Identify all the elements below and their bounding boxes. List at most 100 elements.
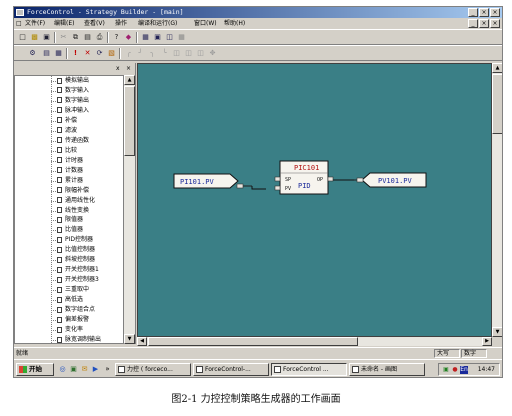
restore-button[interactable]: × (479, 8, 489, 17)
block-list-icon[interactable]: ▤ (42, 49, 51, 58)
print-icon[interactable]: ⎙ (95, 33, 104, 42)
stop-icon[interactable]: ✕ (83, 49, 92, 58)
canvas-vscroll-thumb[interactable] (492, 74, 502, 134)
tree-item[interactable]: 比较 (51, 147, 77, 156)
start-button[interactable]: 开始 (16, 363, 54, 376)
scroll-up-icon[interactable]: ▲ (124, 75, 135, 85)
tree-item[interactable]: 高低选 (51, 296, 83, 305)
mdi-close-button[interactable]: × (490, 19, 500, 28)
pid-block[interactable]: PIC101 SP PV OP PID (274, 160, 334, 195)
mdi-doc-icon[interactable]: □ (16, 18, 23, 29)
context-help-icon[interactable]: ◆ (124, 33, 133, 42)
tree-item[interactable]: 计时器 (51, 157, 83, 166)
task-forcecontrol-dev[interactable]: ForceControl-... (193, 363, 269, 376)
tray-app-icon[interactable]: ● (451, 366, 459, 374)
tree-item[interactable]: 三重取中 (51, 286, 89, 295)
language-indicator[interactable]: En (460, 366, 468, 374)
tree-item[interactable]: 斜坡控制器 (51, 256, 95, 265)
mdi-restore-button[interactable]: × (479, 19, 489, 28)
menu-view[interactable]: 查看(V) (84, 18, 105, 29)
new-file-icon[interactable]: □ (18, 33, 27, 42)
task-paint[interactable]: 未命名 - 画图 (349, 363, 425, 376)
tree-item[interactable]: 偏差报警 (51, 316, 89, 325)
close-button[interactable]: × (490, 8, 500, 17)
canvas-hscroll-thumb[interactable] (148, 337, 358, 346)
strategy-canvas[interactable]: PI101.PV PIC101 SP PV OP PID PV101.PV (137, 63, 492, 337)
tree-item[interactable]: 脉冲输入 (51, 107, 89, 116)
canvas-scroll-down-icon[interactable]: ▼ (492, 327, 502, 337)
minimize-button[interactable]: _ (468, 8, 478, 17)
scroll-thumb[interactable] (124, 86, 135, 156)
tree-item[interactable]: 变化率 (51, 326, 83, 335)
menu-edit[interactable]: 编辑(E) (54, 18, 74, 29)
tree-item[interactable]: 开关控制器1 (51, 266, 99, 275)
tree-item[interactable]: 限值器 (51, 216, 83, 225)
tray-network-icon[interactable]: ▣ (442, 366, 450, 374)
outlook-icon[interactable]: ✉ (80, 364, 89, 374)
task-strategy-builder[interactable]: ForceControl ... (271, 363, 347, 376)
window-view-icon[interactable]: ▣ (153, 33, 162, 42)
save-icon[interactable]: ▣ (42, 33, 51, 42)
canvas-vertical-scrollbar[interactable]: ▲ ▼ (492, 63, 502, 337)
help-icon[interactable]: ? (112, 33, 121, 42)
ie-icon[interactable]: ◎ (58, 364, 67, 374)
copy-icon[interactable]: ⧉ (71, 33, 80, 42)
tree-item[interactable]: 数字输出 (51, 97, 89, 106)
tree-vertical-scrollbar[interactable]: ▲ ▼ (124, 75, 135, 344)
menu-window[interactable]: 窗口(W) (194, 18, 217, 29)
tree-item[interactable]: 通用线性化 (51, 197, 95, 206)
output-tag[interactable]: PV101.PV (356, 172, 427, 188)
input-tag[interactable]: PI101.PV (173, 173, 244, 189)
menu-help[interactable]: 帮助(H) (224, 18, 245, 29)
tree-item[interactable]: 补偿 (51, 117, 77, 126)
canvas-scroll-right-icon[interactable]: ▶ (482, 337, 492, 346)
tree-item[interactable]: 滤波 (51, 127, 77, 136)
tree-item[interactable]: PID控制器 (51, 236, 93, 245)
tree-item[interactable]: 比值控制器 (51, 246, 95, 255)
align-left-icon[interactable]: ╭ (124, 49, 133, 58)
same-height-icon[interactable]: ◫ (184, 49, 193, 58)
download-icon[interactable]: ▧ (107, 49, 116, 58)
desktop-icon[interactable]: ▣ (69, 364, 78, 374)
alarm-icon[interactable]: ! (71, 49, 80, 58)
align-right-icon[interactable]: ╮ (148, 49, 157, 58)
canvas-horizontal-scrollbar[interactable]: ◀ ▶ (137, 337, 492, 346)
title-bar[interactable]: ForceControl - Strategy Builder - [main]… (14, 7, 502, 18)
menu-file[interactable]: 文件(F) (25, 18, 45, 29)
align-bottom-icon[interactable]: ╰ (160, 49, 169, 58)
task-forcecontrol-project[interactable]: 力控 ( forceco... (115, 363, 191, 376)
tree-item[interactable]: 计数器 (51, 167, 83, 176)
canvas-scroll-up-icon[interactable]: ▲ (492, 63, 502, 73)
mdi-minimize-button[interactable]: _ (468, 19, 478, 28)
canvas-scroll-left-icon[interactable]: ◀ (137, 337, 147, 346)
cut-icon[interactable]: ✂ (59, 33, 68, 42)
refresh-icon[interactable]: ⟳ (95, 49, 104, 58)
tree-item[interactable]: 线性变换 (51, 207, 89, 216)
taskbar-clock[interactable]: 14:47 (478, 364, 495, 375)
more-icon[interactable]: » (103, 364, 112, 374)
open-folder-icon[interactable]: ▩ (30, 33, 39, 42)
same-size-icon[interactable]: ◫ (196, 49, 205, 58)
tree-item[interactable]: 累计器 (51, 177, 83, 186)
monitor-icon[interactable]: ◫ (165, 33, 174, 42)
tree-item[interactable]: 比值器 (51, 226, 83, 235)
grid-view-icon[interactable]: ▦ (141, 33, 150, 42)
settings-icon[interactable]: ⚙ (28, 49, 37, 58)
block-table-icon[interactable]: ▦ (54, 49, 63, 58)
tree-item[interactable]: 开关控制器3 (51, 276, 99, 285)
distribute-icon[interactable]: ✥ (208, 49, 217, 58)
tree-item[interactable]: 脉宽调制输出 (51, 336, 101, 343)
paste-icon[interactable]: ▤ (83, 33, 92, 42)
tree-item[interactable]: 数字组合点 (51, 306, 95, 315)
menu-operate[interactable]: 操作 (115, 18, 127, 29)
zoom-icon[interactable]: ▦ (177, 33, 186, 42)
tree-item[interactable]: 数字输入 (51, 87, 89, 96)
function-block-tree[interactable]: 模拟输出 数字输入 数字输出 脉冲输入 补偿 滤波 传递函数 比较 计时器 计数器 累计器 限幅补偿通… (14, 75, 124, 344)
tree-item[interactable]: 限幅补偿 (51, 187, 89, 196)
media-icon[interactable]: ▶ (91, 364, 100, 374)
tree-item[interactable]: 模拟输出 (51, 77, 89, 86)
app-icon[interactable] (16, 9, 24, 16)
same-width-icon[interactable]: ◫ (172, 49, 181, 58)
panel-close-button[interactable]: × (126, 65, 131, 72)
tree-item[interactable]: 传递函数 (51, 137, 89, 146)
